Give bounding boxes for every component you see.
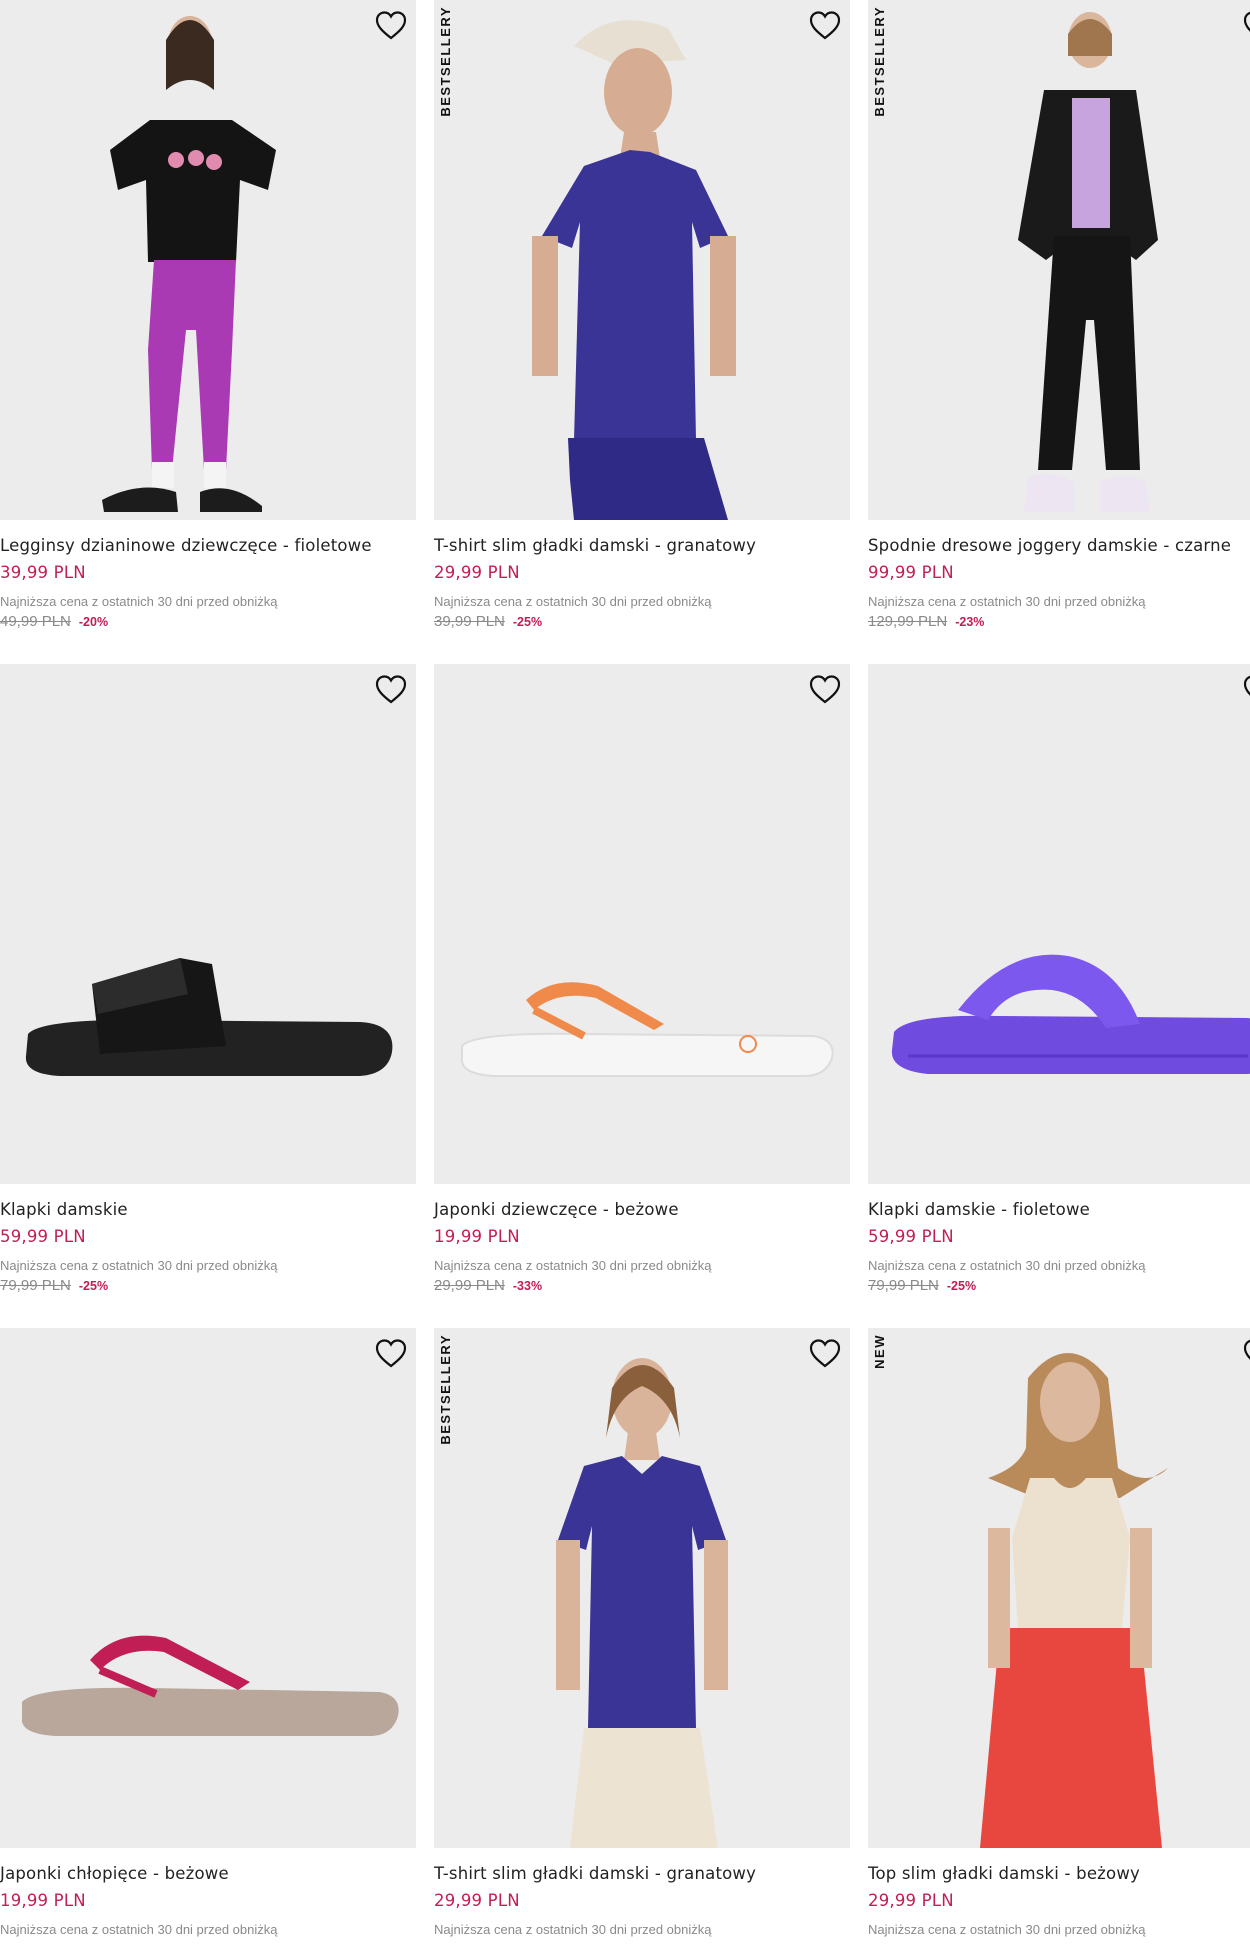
product-card[interactable]: Japonki dziewczęce - beżowe 19,99 PLN Na… bbox=[434, 664, 850, 1296]
flipflop-boys-photo bbox=[21, 1635, 399, 1736]
old-price-row: 29,99 PLN -33% bbox=[434, 1276, 850, 1296]
old-price: 29,99 PLN bbox=[434, 1277, 505, 1294]
product-price: 29,99 PLN bbox=[434, 1891, 520, 1910]
old-price: 79,99 PLN bbox=[0, 1277, 71, 1294]
product-price: 99,99 PLN bbox=[868, 563, 954, 582]
product-image[interactable] bbox=[434, 664, 850, 1184]
discount-badge: -25% bbox=[78, 1279, 109, 1293]
product-image[interactable]: BESTSELLERY bbox=[434, 1328, 850, 1848]
product-name[interactable]: Japonki dziewczęce - beżowe bbox=[434, 1198, 850, 1222]
product-name[interactable]: T-shirt slim gładki damski - granatowy bbox=[434, 534, 850, 558]
product-name[interactable]: T-shirt slim gładki damski - granatowy bbox=[434, 1862, 850, 1886]
old-price-row: 79,99 PLN -25% bbox=[868, 1276, 1250, 1296]
black-slide-photo bbox=[25, 958, 393, 1076]
product-card[interactable]: BESTSELLERY Spodnie dresowe joggery dams… bbox=[868, 0, 1250, 632]
discount-badge: -33% bbox=[512, 1279, 543, 1293]
product-name[interactable]: Klapki damskie - fioletowe bbox=[868, 1198, 1250, 1222]
old-price: 49,99 PLN bbox=[0, 613, 71, 630]
tshirt-navy-photo bbox=[532, 20, 736, 520]
product-price: 19,99 PLN bbox=[434, 1227, 520, 1246]
product-card[interactable]: NEW Top slim gładki damski - beżowy 29,9… bbox=[868, 1328, 1250, 1940]
discount-badge: -25% bbox=[946, 1279, 977, 1293]
lowest-price-label: Najniższa cena z ostatnich 30 dni przed … bbox=[868, 1922, 1146, 1937]
new-badge: NEW bbox=[872, 1334, 887, 1369]
top-beige-photo bbox=[980, 1353, 1168, 1848]
product-name[interactable]: Spodnie dresowe joggery damskie - czarne bbox=[868, 534, 1250, 558]
product-price: 39,99 PLN bbox=[0, 563, 86, 582]
tshirt-navy-photo-2 bbox=[556, 1358, 728, 1848]
product-card[interactable]: Klapki damskie 59,99 PLN Najniższa cena … bbox=[0, 664, 416, 1296]
old-price: 39,99 PLN bbox=[434, 613, 505, 630]
product-card[interactable]: Klapki damskie - fioletowe 59,99 PLN Naj… bbox=[868, 664, 1250, 1296]
product-card[interactable]: Legginsy dzianinowe dziewczęce - fioleto… bbox=[0, 0, 416, 632]
product-image[interactable] bbox=[0, 0, 416, 520]
product-name[interactable]: Klapki damskie bbox=[0, 1198, 416, 1222]
product-grid: Legginsy dzianinowe dziewczęce - fioleto… bbox=[0, 0, 1250, 1950]
wishlist-heart-icon[interactable] bbox=[374, 9, 408, 43]
product-card[interactable]: BESTSELLERY T-shirt slim gładki damski -… bbox=[434, 0, 850, 632]
old-price-row: 49,99 PLN -20% bbox=[0, 612, 416, 632]
discount-badge: -23% bbox=[955, 615, 985, 629]
bestseller-badge: BESTSELLERY bbox=[438, 1334, 453, 1445]
product-image[interactable]: NEW bbox=[868, 1328, 1250, 1848]
lowest-price-label: Najniższa cena z ostatnich 30 dni przed … bbox=[0, 1258, 278, 1273]
lowest-price-label: Najniższa cena z ostatnich 30 dni przed … bbox=[434, 1922, 712, 1937]
wishlist-heart-icon[interactable] bbox=[808, 673, 842, 707]
old-price-row: 79,99 PLN -25% bbox=[0, 1276, 416, 1296]
product-name[interactable]: Legginsy dzianinowe dziewczęce - fioleto… bbox=[0, 534, 416, 558]
bestseller-badge: BESTSELLERY bbox=[438, 6, 453, 117]
old-price-row: 39,99 PLN -25% bbox=[434, 612, 850, 632]
lowest-price-label: Najniższa cena z ostatnich 30 dni przed … bbox=[868, 1258, 1146, 1273]
discount-badge: -25% bbox=[512, 615, 543, 629]
product-card[interactable]: Japonki chłopięce - beżowe 19,99 PLN Naj… bbox=[0, 1328, 416, 1940]
product-name[interactable]: Japonki chłopięce - beżowe bbox=[0, 1862, 416, 1886]
wishlist-heart-icon[interactable] bbox=[1242, 9, 1250, 43]
old-price-row: 129,99 PLN -23% bbox=[868, 612, 1250, 632]
product-price: 59,99 PLN bbox=[868, 1227, 954, 1246]
flipflop-beige-photo bbox=[460, 982, 834, 1077]
wishlist-heart-icon[interactable] bbox=[1242, 673, 1250, 707]
wishlist-heart-icon[interactable] bbox=[808, 9, 842, 43]
lowest-price-label: Najniższa cena z ostatnich 30 dni przed … bbox=[434, 1258, 712, 1273]
lowest-price-label: Najniższa cena z ostatnich 30 dni przed … bbox=[868, 594, 1146, 609]
lowest-price-label: Najniższa cena z ostatnich 30 dni przed … bbox=[0, 594, 278, 609]
wishlist-heart-icon[interactable] bbox=[1242, 1337, 1250, 1371]
product-name[interactable]: Top slim gładki damski - beżowy bbox=[868, 1862, 1250, 1886]
product-price: 29,99 PLN bbox=[868, 1891, 954, 1910]
product-price: 29,99 PLN bbox=[434, 563, 520, 582]
product-price: 59,99 PLN bbox=[0, 1227, 86, 1246]
product-image[interactable] bbox=[0, 1328, 416, 1848]
discount-badge: -20% bbox=[78, 615, 109, 629]
lowest-price-label: Najniższa cena z ostatnich 30 dni przed … bbox=[0, 1922, 278, 1937]
old-price: 129,99 PLN bbox=[868, 613, 948, 630]
product-price: 19,99 PLN bbox=[0, 1891, 86, 1910]
lowest-price-label: Najniższa cena z ostatnich 30 dni przed … bbox=[434, 594, 712, 609]
wishlist-heart-icon[interactable] bbox=[374, 1337, 408, 1371]
product-image[interactable] bbox=[0, 664, 416, 1184]
product-image[interactable] bbox=[868, 664, 1250, 1184]
wishlist-heart-icon[interactable] bbox=[808, 1337, 842, 1371]
bestseller-badge: BESTSELLERY bbox=[872, 6, 887, 117]
product-card[interactable]: BESTSELLERY T-shirt slim gładki damski -… bbox=[434, 1328, 850, 1940]
old-price: 79,99 PLN bbox=[868, 1277, 939, 1294]
girl-leggings-photo bbox=[102, 16, 276, 512]
wishlist-heart-icon[interactable] bbox=[374, 673, 408, 707]
joggers-black-photo bbox=[1018, 12, 1158, 512]
product-image[interactable]: BESTSELLERY bbox=[434, 0, 850, 520]
purple-slide-photo bbox=[891, 954, 1250, 1074]
product-image[interactable]: BESTSELLERY bbox=[868, 0, 1250, 520]
